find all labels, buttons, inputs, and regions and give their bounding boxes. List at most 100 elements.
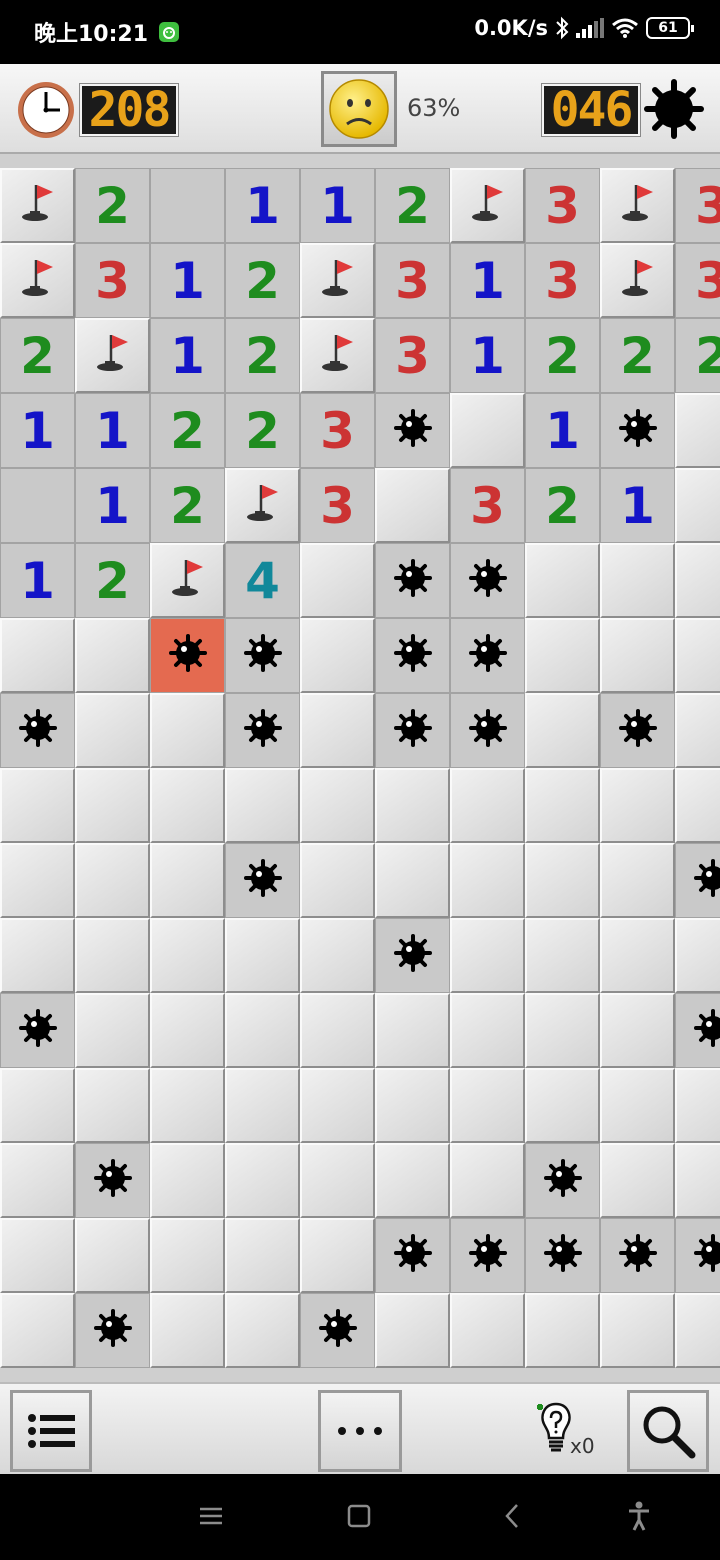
cell-closed[interactable] (525, 768, 600, 843)
cell-closed[interactable] (600, 993, 675, 1068)
cell-mine[interactable] (675, 1218, 720, 1293)
cell-number[interactable]: 2 (75, 168, 150, 243)
cell-closed[interactable] (450, 1068, 525, 1143)
cell-number[interactable]: 1 (150, 318, 225, 393)
cell-closed[interactable] (675, 393, 720, 468)
cell-mine[interactable] (0, 693, 75, 768)
cell-number[interactable]: 3 (525, 243, 600, 318)
cell-mine[interactable] (75, 1293, 150, 1368)
cell-closed[interactable] (450, 993, 525, 1068)
cell-closed[interactable] (75, 843, 150, 918)
reset-face-button[interactable] (321, 71, 397, 147)
cell-closed[interactable] (675, 618, 720, 693)
cell-number[interactable]: 1 (225, 168, 300, 243)
menu-button[interactable] (10, 1390, 92, 1472)
cell-closed[interactable] (75, 1218, 150, 1293)
cell-mine[interactable] (675, 993, 720, 1068)
cell-mine[interactable] (525, 1143, 600, 1218)
cell-closed[interactable] (600, 768, 675, 843)
cell-number[interactable]: 1 (450, 243, 525, 318)
cell-closed[interactable] (675, 768, 720, 843)
cell-mine[interactable] (75, 1143, 150, 1218)
cell-closed[interactable] (0, 1143, 75, 1218)
cell-closed[interactable] (300, 1068, 375, 1143)
cell-closed[interactable] (300, 1218, 375, 1293)
cell-closed[interactable] (450, 1143, 525, 1218)
cell-mine[interactable] (225, 618, 300, 693)
cell-closed[interactable] (300, 768, 375, 843)
cell-closed[interactable] (75, 993, 150, 1068)
cell-mine[interactable] (375, 693, 450, 768)
cell-closed[interactable] (675, 1143, 720, 1218)
cell-number[interactable]: 2 (0, 318, 75, 393)
cell-closed[interactable] (600, 1143, 675, 1218)
cell-mine[interactable] (450, 1218, 525, 1293)
cell-closed[interactable] (300, 543, 375, 618)
cell-closed[interactable] (300, 618, 375, 693)
cell-number[interactable]: 2 (675, 318, 720, 393)
cell-closed[interactable] (525, 618, 600, 693)
cell-flagged[interactable] (300, 243, 375, 318)
cell-closed[interactable] (75, 1068, 150, 1143)
cell-closed[interactable] (675, 693, 720, 768)
cell-mine[interactable] (225, 843, 300, 918)
nav-accessibility-icon[interactable] (626, 1498, 652, 1534)
cell-number[interactable]: 3 (525, 168, 600, 243)
cell-closed[interactable] (225, 993, 300, 1068)
cell-number[interactable]: 1 (600, 468, 675, 543)
cell-mine[interactable] (0, 993, 75, 1068)
cell-closed[interactable] (0, 1068, 75, 1143)
zoom-button[interactable] (627, 1390, 709, 1472)
cell-closed[interactable] (75, 618, 150, 693)
cell-closed[interactable] (675, 1293, 720, 1368)
cell-closed[interactable] (0, 918, 75, 993)
cell-closed[interactable] (0, 1218, 75, 1293)
cell-number[interactable]: 1 (0, 543, 75, 618)
cell-mine[interactable] (375, 543, 450, 618)
cell-closed[interactable] (450, 768, 525, 843)
cell-closed[interactable] (150, 1143, 225, 1218)
cell-closed[interactable] (675, 918, 720, 993)
cell-closed[interactable] (375, 468, 450, 543)
cell-number[interactable]: 1 (150, 243, 225, 318)
cell-number[interactable]: 1 (75, 393, 150, 468)
nav-menu-icon[interactable] (198, 1498, 224, 1534)
cell-mine[interactable] (450, 693, 525, 768)
cell-number[interactable]: 1 (525, 393, 600, 468)
cell-number[interactable]: 2 (375, 168, 450, 243)
cell-flagged[interactable] (600, 168, 675, 243)
cell-closed[interactable] (525, 543, 600, 618)
cell-closed[interactable] (225, 768, 300, 843)
cell-closed[interactable] (600, 1068, 675, 1143)
cell-empty[interactable] (0, 468, 75, 543)
cell-empty[interactable] (150, 168, 225, 243)
cell-mine[interactable] (675, 843, 720, 918)
cell-closed[interactable] (600, 918, 675, 993)
cell-mine[interactable] (300, 1293, 375, 1368)
cell-closed[interactable] (225, 1293, 300, 1368)
cell-number[interactable]: 2 (150, 393, 225, 468)
cell-number[interactable]: 2 (150, 468, 225, 543)
cell-closed[interactable] (150, 768, 225, 843)
cell-closed[interactable] (525, 693, 600, 768)
cell-closed[interactable] (300, 693, 375, 768)
cell-closed[interactable] (150, 693, 225, 768)
cell-exploded-mine[interactable] (150, 618, 225, 693)
cell-closed[interactable] (600, 543, 675, 618)
cell-closed[interactable] (300, 993, 375, 1068)
cell-mine[interactable] (600, 1218, 675, 1293)
cell-mine[interactable] (525, 1218, 600, 1293)
cell-number[interactable]: 4 (225, 543, 300, 618)
cell-mine[interactable] (375, 393, 450, 468)
cell-closed[interactable] (450, 393, 525, 468)
cell-flagged[interactable] (300, 318, 375, 393)
cell-closed[interactable] (525, 1293, 600, 1368)
cell-closed[interactable] (375, 993, 450, 1068)
cell-number[interactable]: 3 (450, 468, 525, 543)
cell-flagged[interactable] (450, 168, 525, 243)
cell-closed[interactable] (0, 843, 75, 918)
cell-number[interactable]: 3 (300, 468, 375, 543)
cell-closed[interactable] (375, 843, 450, 918)
cell-closed[interactable] (525, 993, 600, 1068)
cell-closed[interactable] (375, 1143, 450, 1218)
